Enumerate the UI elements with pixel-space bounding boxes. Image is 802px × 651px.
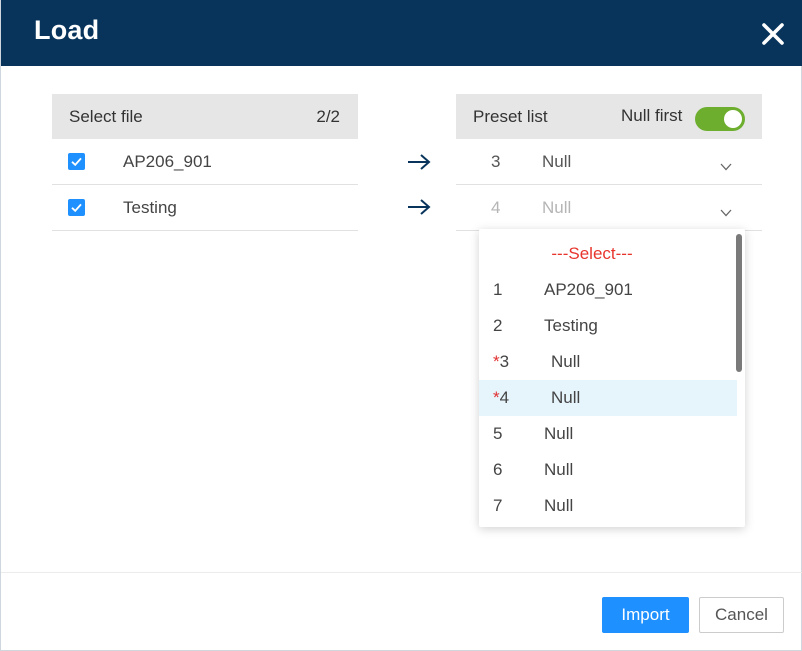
dropdown-option[interactable]: 5 Null <box>479 416 737 452</box>
preset-list-label: Preset list <box>473 107 548 126</box>
option-number: *3 <box>493 352 510 371</box>
close-icon[interactable] <box>759 20 787 48</box>
preset-row-active[interactable]: 4 Null <box>456 185 762 231</box>
dropdown-scrollbar[interactable] <box>736 234 742 372</box>
arrow-right-icon <box>407 198 431 216</box>
option-number: 1 <box>493 280 503 299</box>
preset-dropdown-menu: ---Select--- 1 AP206_901 2 Testing *3 Nu… <box>479 229 745 527</box>
footer-divider <box>1 572 802 573</box>
file-count: 2/2 <box>316 107 340 126</box>
arrow-right-icon <box>407 153 431 171</box>
dialog-title: Load <box>34 15 100 45</box>
option-value: Null <box>544 424 574 443</box>
chevron-down-icon[interactable] <box>720 156 732 171</box>
preset-list-header: Preset list Null first <box>456 94 762 139</box>
cancel-button[interactable]: Cancel <box>699 597 784 633</box>
option-value: Testing <box>544 316 598 335</box>
required-mark: * <box>493 388 500 407</box>
load-dialog: Load Select file 2/2 AP206_901 Testing P… <box>0 0 802 651</box>
null-first-toggle[interactable] <box>695 107 745 131</box>
preset-number: 4 <box>491 198 501 217</box>
file-name: AP206_901 <box>123 152 212 171</box>
option-number: 2 <box>493 316 503 335</box>
dropdown-option[interactable]: *3 Null <box>479 344 737 380</box>
preset-value: Null <box>542 152 572 171</box>
toggle-knob <box>724 110 742 128</box>
option-value: Null <box>551 352 581 371</box>
required-mark: * <box>493 352 500 371</box>
dropdown-placeholder-option[interactable]: ---Select--- <box>479 236 737 272</box>
option-number: 7 <box>493 496 503 515</box>
file-row: AP206_901 <box>52 139 358 185</box>
dialog-header: Load <box>1 0 802 66</box>
select-file-header: Select file 2/2 <box>52 94 358 139</box>
dropdown-option-selected[interactable]: *4 Null <box>479 380 737 416</box>
preset-list-panel: Preset list Null first 3 Null 4 Null <box>456 94 762 231</box>
select-file-panel: Select file 2/2 AP206_901 Testing <box>52 94 358 231</box>
preset-value: Null <box>542 198 572 217</box>
file-name: Testing <box>123 198 177 217</box>
chevron-down-icon[interactable] <box>720 202 732 217</box>
preset-number: 3 <box>491 152 501 171</box>
null-first-label: Null first <box>621 106 683 125</box>
file-checkbox-checked[interactable] <box>68 153 85 170</box>
option-value: Null <box>551 388 581 407</box>
dropdown-option[interactable]: 1 AP206_901 <box>479 272 737 308</box>
preset-row[interactable]: 3 Null <box>456 139 762 185</box>
option-number: 6 <box>493 460 503 479</box>
dropdown-option[interactable]: 7 Null <box>479 488 737 524</box>
dropdown-option[interactable]: 2 Testing <box>479 308 737 344</box>
file-row: Testing <box>52 185 358 231</box>
option-number: *4 <box>493 388 510 407</box>
option-value: AP206_901 <box>544 280 633 299</box>
option-number: 5 <box>493 424 503 443</box>
import-button[interactable]: Import <box>602 597 689 633</box>
option-value: Null <box>544 460 574 479</box>
option-value: Null <box>544 496 574 515</box>
select-file-label: Select file <box>69 107 143 126</box>
file-checkbox-checked[interactable] <box>68 199 85 216</box>
select-placeholder: ---Select--- <box>551 244 633 263</box>
dropdown-option[interactable]: 6 Null <box>479 452 737 488</box>
